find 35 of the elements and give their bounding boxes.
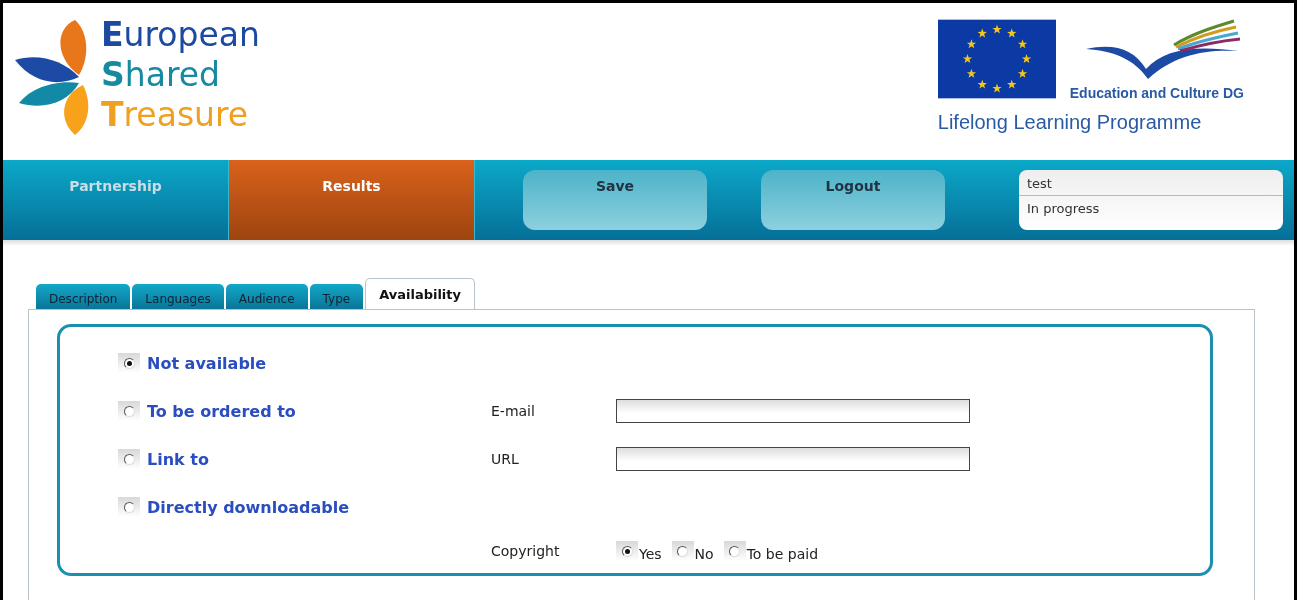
field-label: E-mail	[491, 403, 536, 419]
radio-button[interactable]	[621, 545, 633, 557]
tab[interactable]: Audience	[225, 284, 308, 309]
logo-text: Shared	[101, 55, 221, 95]
status-text: In progress	[1026, 200, 1101, 218]
partner-caption: Education and Culture DG	[1069, 85, 1244, 101]
radio-button[interactable]	[123, 357, 135, 369]
option-label: Not available	[147, 353, 267, 373]
tab[interactable]: Type	[309, 284, 364, 309]
nav-tab[interactable]: Results	[229, 160, 475, 240]
field-label: Copyright	[491, 543, 561, 559]
field-label: URL	[491, 451, 520, 467]
logo-text: Treasure	[101, 95, 250, 135]
option-label: Link to	[147, 449, 209, 469]
input-field[interactable]	[616, 399, 970, 423]
nav-button[interactable]: Save	[523, 170, 707, 230]
nav-button[interactable]: Logout	[761, 170, 945, 230]
input-field[interactable]	[616, 447, 970, 471]
option-label: To be ordered to	[147, 401, 296, 421]
radio-button[interactable]	[123, 501, 135, 513]
eu-flag-icon	[937, 19, 1056, 99]
tab[interactable]: Description	[36, 284, 131, 309]
tab[interactable]: Availability	[365, 278, 476, 309]
tab[interactable]: Languages	[132, 284, 224, 309]
programme-title: Lifelong Learning Programme	[937, 111, 1203, 134]
radio-button[interactable]	[123, 453, 135, 465]
radio-button[interactable]	[123, 405, 135, 417]
radio-button[interactable]	[729, 545, 741, 557]
option-label: No	[694, 545, 714, 562]
option-label: Directly downloadable	[147, 497, 350, 517]
logo-text: European	[101, 15, 260, 55]
user-name: test	[1019, 170, 1283, 196]
option-label: Yes	[639, 545, 662, 562]
option-label: To be paid	[746, 545, 819, 562]
radio-button[interactable]	[677, 545, 689, 557]
